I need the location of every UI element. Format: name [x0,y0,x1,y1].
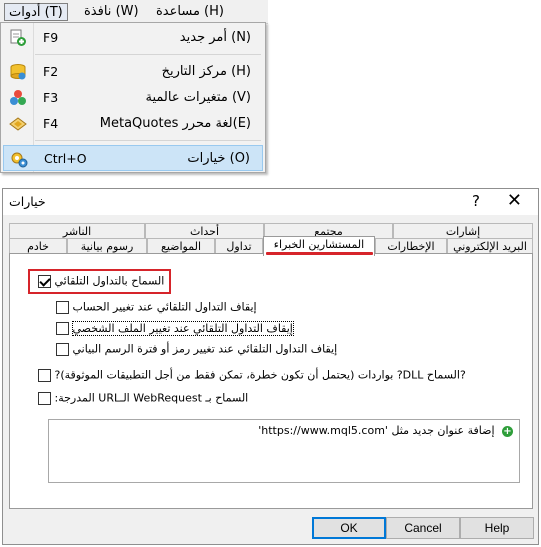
add-url-entry[interactable]: 'https://www.mql5.com' إضافة عنوان جديد … [258,424,513,437]
menu-item-options[interactable]: Ctrl+O خيارات (O) [3,145,263,171]
menu-item-label: مركز التاريخ (H) [161,64,251,79]
metaeditor-icon [9,115,27,133]
option-stop-on-profile-change[interactable]: إيقاف التداول التلقائي عند تغيير الملف ا… [52,320,294,337]
help-button[interactable]: Help [460,517,534,539]
menu-item-label: خيارات (O) [187,151,250,166]
option-label: إيقاف التداول التلقائي عند تغيير الحساب [72,300,257,314]
history-center-icon [9,63,27,81]
title-bar: خيارات ? ✕ [3,189,538,215]
menu-item-label: متغيرات عالمية (V) [145,90,252,105]
menu-tools[interactable]: أدوات (T) [4,3,68,21]
shortcut: Ctrl+O [44,151,87,166]
option-stop-on-symbol-change[interactable]: إيقاف التداول التلقائي عند تغيير رمز أو … [52,342,337,358]
checkbox[interactable] [56,321,69,335]
option-allow-webrequest[interactable]: :المدرجة URLالـ WebRequest السماح بـ [34,391,248,407]
ok-button[interactable]: OK [312,517,386,539]
shortcut: F2 [43,64,59,79]
options-dialog: خيارات ? ✕ إشارات مجتمع أحداث الناشر الب… [2,188,539,545]
menu-window[interactable]: نافذة (W) [80,3,143,21]
checkbox[interactable] [56,342,69,356]
add-url-label: 'https://www.mql5.com' إضافة عنوان جديد … [258,424,495,437]
shortcut: F4 [43,116,59,131]
menu-help[interactable]: مساعدة (H) [152,3,228,21]
option-allow-dll-imports[interactable]: ?بواردات (يحتمل أن تكون خطرة، تمكن فقط م… [34,368,466,384]
help-icon[interactable]: ? [472,192,480,210]
menu-item-label: أمر جديد (N) [179,30,251,45]
close-icon[interactable]: ✕ [507,190,522,211]
shortcut: F9 [43,30,59,45]
global-variables-icon [9,89,27,107]
checkbox[interactable] [38,274,51,288]
new-order-icon [9,29,27,47]
option-label: :المدرجة URLالـ WebRequest السماح بـ [54,391,249,405]
selected-tab-marker [266,252,373,255]
dialog-title: خيارات [9,194,46,209]
option-label: ?بواردات (يحتمل أن تكون خطرة، تمكن فقط م… [54,368,466,382]
option-label: إيقاف التداول التلقائي عند تغيير رمز أو … [72,342,338,356]
menu-item-metaeditor[interactable]: F4 MetaQuotes لغة محرر(E) [3,111,263,137]
menubar: أدوات (T) نافذة (W) مساعدة (H) [0,0,268,24]
checkbox[interactable] [56,300,69,314]
expert-advisors-panel: السماح بالتداول التلقائي إيقاف التداول ا… [9,253,533,509]
option-allow-auto-trading[interactable]: السماح بالتداول التلقائي [34,274,164,290]
checkbox[interactable] [38,368,51,382]
options-icon [10,150,28,168]
checkbox[interactable] [38,391,51,405]
tools-dropdown: F9 أمر جديد (N) F2 مركز التاريخ (H) F3 م… [0,22,266,173]
menu-item-new-order[interactable]: F9 أمر جديد (N) [3,25,263,51]
option-label: إيقاف التداول التلقائي عند تغيير الملف ا… [71,320,294,336]
menu-item-label: MetaQuotes لغة محرر(E) [99,116,251,131]
menu-item-global-variables[interactable]: F3 متغيرات عالمية (V) [3,85,263,111]
url-list[interactable]: 'https://www.mql5.com' إضافة عنوان جديد … [48,419,520,483]
option-stop-on-account-change[interactable]: إيقاف التداول التلقائي عند تغيير الحساب [52,300,257,316]
shortcut: F3 [43,90,59,105]
menu-item-history-center[interactable]: F2 مركز التاريخ (H) [3,59,263,85]
option-label: السماح بالتداول التلقائي [54,274,165,288]
add-icon: + [502,425,513,437]
cancel-button[interactable]: Cancel [386,517,460,539]
tools-menu-screenshot: أدوات (T) نافذة (W) مساعدة (H) F9 أمر جد… [0,0,270,176]
